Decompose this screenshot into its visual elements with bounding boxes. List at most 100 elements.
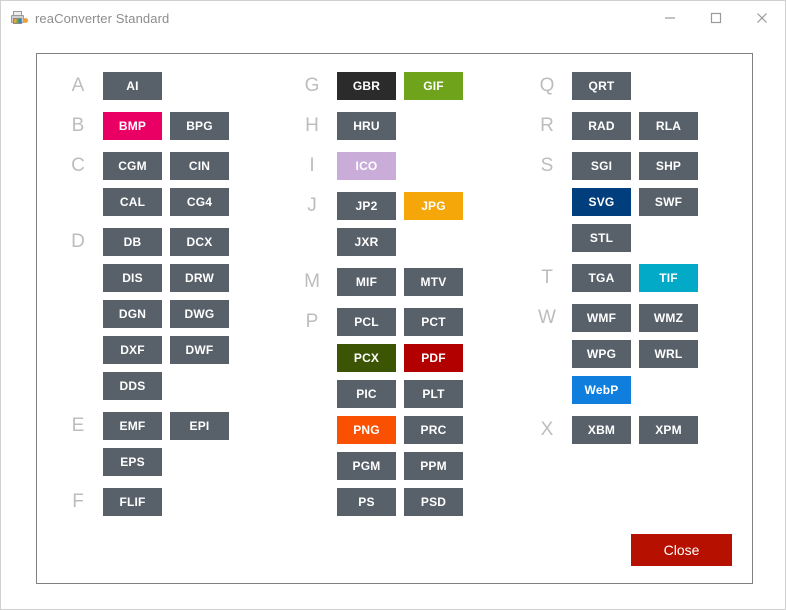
group-letter-label: G	[304, 75, 320, 96]
format-button-shp[interactable]: SHP	[639, 152, 698, 180]
format-button-tif[interactable]: TIF	[639, 264, 698, 292]
format-button-pgm[interactable]: PGM	[337, 452, 396, 480]
format-row: TGA TIF	[572, 264, 759, 292]
group-letter-label: P	[305, 311, 319, 332]
format-row: QRT	[572, 72, 759, 100]
format-button-xpm[interactable]: XPM	[639, 416, 698, 444]
format-button-dxf[interactable]: DXF	[103, 336, 162, 364]
close-window-button[interactable]	[739, 1, 785, 35]
format-button-pct[interactable]: PCT	[404, 308, 463, 336]
format-button-eps[interactable]: EPS	[103, 448, 162, 476]
format-button-dds[interactable]: DDS	[103, 372, 162, 400]
group-letter-label: A	[71, 75, 85, 96]
group-letter-label: I	[309, 155, 315, 176]
format-button-dwf[interactable]: DWF	[170, 336, 229, 364]
format-row: ICO	[337, 152, 524, 180]
format-button-rla[interactable]: RLA	[639, 112, 698, 140]
format-button-plt[interactable]: PLT	[404, 380, 463, 408]
format-row: WMF WMZ	[572, 304, 759, 332]
format-button-cg4[interactable]: CG4	[170, 188, 229, 216]
format-button-cal[interactable]: CAL	[103, 188, 162, 216]
format-button-ps[interactable]: PS	[337, 488, 396, 516]
format-button-gif[interactable]: GIF	[404, 72, 463, 100]
format-button-emf[interactable]: EMF	[103, 412, 162, 440]
format-button-bpg[interactable]: BPG	[170, 112, 229, 140]
group-letter-label: F	[72, 491, 84, 512]
format-button-drw[interactable]: DRW	[170, 264, 229, 292]
group-rows: JP2 JPG JXR	[337, 192, 524, 256]
format-button-rad[interactable]: RAD	[572, 112, 631, 140]
format-button-jp2[interactable]: JP2	[337, 192, 396, 220]
format-button-wrl[interactable]: WRL	[639, 340, 698, 368]
format-button-ppm[interactable]: PPM	[404, 452, 463, 480]
group-rows: QRT	[572, 72, 759, 100]
maximize-button[interactable]	[693, 1, 739, 35]
format-button-tga[interactable]: TGA	[572, 264, 631, 292]
format-group-a: A AI	[65, 72, 290, 100]
format-button-mif[interactable]: MIF	[337, 268, 396, 296]
format-button-sgi[interactable]: SGI	[572, 152, 631, 180]
format-button-dis[interactable]: DIS	[103, 264, 162, 292]
format-button-bmp[interactable]: BMP	[103, 112, 162, 140]
format-row: CAL CG4	[103, 188, 290, 216]
format-group-q: Q QRT	[534, 72, 759, 100]
format-row: RAD RLA	[572, 112, 759, 140]
minimize-button[interactable]	[647, 1, 693, 35]
format-group-d: D DB DCX DIS DRW DGN DWG DXF DWF DDS	[65, 228, 290, 400]
close-icon	[756, 12, 768, 24]
format-group-c: C CGM CIN CAL CG4	[65, 152, 290, 216]
format-button-swf[interactable]: SWF	[639, 188, 698, 216]
group-rows: BMP BPG	[103, 112, 290, 140]
format-button-svg[interactable]: SVG	[572, 188, 631, 216]
format-button-psd[interactable]: PSD	[404, 488, 463, 516]
group-rows: GBR GIF	[337, 72, 524, 100]
group-letter-label: H	[305, 115, 319, 136]
format-button-flif[interactable]: FLIF	[103, 488, 162, 516]
group-letter-label: X	[540, 419, 554, 440]
format-row: PIC PLT	[337, 380, 524, 408]
format-column-1: G GBR GIF H HRU I ICO J JP2 JPG JXR M MIF MTV P PCL PCT P…	[299, 72, 524, 528]
format-button-jxr[interactable]: JXR	[337, 228, 396, 256]
format-button-jpg[interactable]: JPG	[404, 192, 463, 220]
group-rows: XBM XPM	[572, 416, 759, 444]
group-rows: RAD RLA	[572, 112, 759, 140]
format-button-cgm[interactable]: CGM	[103, 152, 162, 180]
format-button-wmz[interactable]: WMZ	[639, 304, 698, 332]
format-button-xbm[interactable]: XBM	[572, 416, 631, 444]
format-button-dwg[interactable]: DWG	[170, 300, 229, 328]
format-button-pcx[interactable]: PCX	[337, 344, 396, 372]
close-button[interactable]: Close	[631, 534, 732, 566]
application-window: reaConverter Standard A AI B BMP BPG C CGM CIN C…	[0, 0, 786, 610]
format-button-wpg[interactable]: WPG	[572, 340, 631, 368]
group-rows: ICO	[337, 152, 524, 180]
format-button-mtv[interactable]: MTV	[404, 268, 463, 296]
group-rows: FLIF	[103, 488, 290, 516]
format-row: DIS DRW	[103, 264, 290, 292]
format-button-stl[interactable]: STL	[572, 224, 631, 252]
format-row: PS PSD	[337, 488, 524, 516]
format-button-qrt[interactable]: QRT	[572, 72, 631, 100]
format-button-epi[interactable]: EPI	[170, 412, 229, 440]
window-title: reaConverter Standard	[35, 10, 170, 26]
format-row: FLIF	[103, 488, 290, 516]
format-button-db[interactable]: DB	[103, 228, 162, 256]
format-button-prc[interactable]: PRC	[404, 416, 463, 444]
format-button-cin[interactable]: CIN	[170, 152, 229, 180]
format-row: EMF EPI	[103, 412, 290, 440]
format-button-gbr[interactable]: GBR	[337, 72, 396, 100]
format-button-pic[interactable]: PIC	[337, 380, 396, 408]
group-letter-label: D	[71, 231, 85, 252]
format-button-dcx[interactable]: DCX	[170, 228, 229, 256]
format-button-webp[interactable]: WebP	[572, 376, 631, 404]
format-row: HRU	[337, 112, 524, 140]
format-button-dgn[interactable]: DGN	[103, 300, 162, 328]
format-column-0: A AI B BMP BPG C CGM CIN CAL CG4 D DB DCX DIS DRW DGN DW…	[65, 72, 290, 528]
format-button-pdf[interactable]: PDF	[404, 344, 463, 372]
format-row: EPS	[103, 448, 290, 476]
format-button-pcl[interactable]: PCL	[337, 308, 396, 336]
format-button-ai[interactable]: AI	[103, 72, 162, 100]
format-button-hru[interactable]: HRU	[337, 112, 396, 140]
format-button-wmf[interactable]: WMF	[572, 304, 631, 332]
format-button-png[interactable]: PNG	[337, 416, 396, 444]
format-button-ico[interactable]: ICO	[337, 152, 396, 180]
